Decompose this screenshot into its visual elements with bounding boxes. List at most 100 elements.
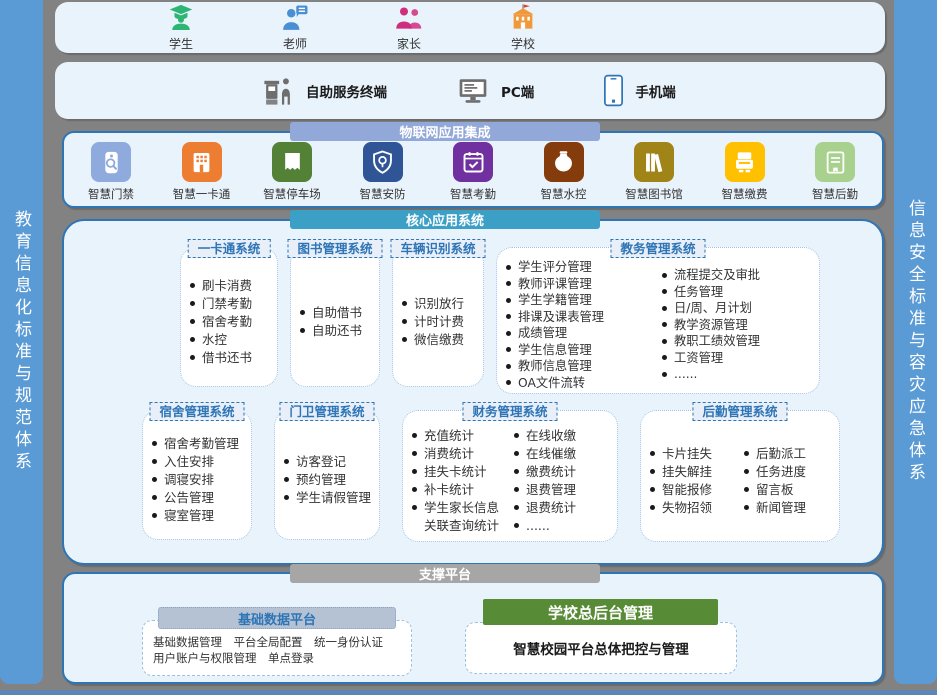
right-security-bar: 信息安全标准与容灾应急体系: [894, 0, 937, 684]
school-backend-badge: 学校总后台管理: [483, 599, 718, 625]
bottom-divider-strip: [0, 690, 937, 695]
payment-icon: [725, 142, 765, 182]
bullet-item: 公告管理: [151, 489, 247, 507]
iot-item-security: 智慧安防: [354, 142, 412, 202]
terminal-label: 自助服务终端: [306, 81, 387, 101]
bullet-item: 学生学籍管理: [505, 292, 659, 309]
iot-panel: 智慧门禁 智慧一卡通 智慧停车场 智慧安防智慧考勤智慧水控智慧图书馆智慧缴费 智慧后勤: [62, 131, 884, 208]
sub-box-body: 充值统计消费统计挂失卡统计补卡统计学生家长信息关联查询统计在线收缴在线催缴缴费统…: [403, 411, 617, 541]
bullet-item: 门禁考勤: [189, 295, 273, 313]
bullet-item: 工资管理: [661, 350, 815, 367]
bullet-item: 补卡统计: [411, 481, 511, 499]
iot-label: 智慧缴费: [722, 186, 768, 202]
pc-icon: [455, 75, 491, 107]
base-data-platform-badge: 基础数据平台: [158, 607, 396, 629]
bullet-item: 宿舍考勤管理: [151, 435, 247, 453]
iot-label: 智慧门禁: [88, 186, 134, 202]
sub-box-title: 车辆识别系统: [390, 239, 485, 258]
core-row-1: 一卡通系统刷卡消费门禁考勤宿舍考勤水控借书还书图书管理系统自助借书自助还书车辆识…: [180, 247, 820, 394]
bullet-item: 排课及课表管理: [505, 309, 659, 326]
user-item-student: 学生: [150, 3, 212, 52]
iot-item-attendance: 智慧考勤: [444, 142, 502, 202]
bullet-item: 学生评分管理: [505, 259, 659, 276]
library-system-box: 图书管理系统自助借书自助还书: [290, 247, 380, 387]
iot-label: 智慧后勤: [812, 186, 858, 202]
school-backend-desc: 智慧校园平台总体把控与管理: [513, 638, 689, 658]
users-row: 学生老师家长学校: [55, 2, 885, 53]
bullet-item: 入住安排: [151, 453, 247, 471]
sub-box-body: 识别放行计时计费微信缴费: [393, 248, 483, 386]
bullet-column: 宿舍考勤管理入住安排调寝安排公告管理寝室管理: [151, 435, 247, 525]
smart-campus-architecture-diagram: 教育信息化标准与规范体系 信息安全标准与容灾应急体系 学生老师家长学校 自助服务…: [0, 0, 937, 695]
right-security-label: 信息安全标准与容灾应急体系: [903, 199, 928, 485]
bullet-item: 任务进度: [743, 463, 835, 481]
iot-item-water: 智慧水控: [535, 142, 593, 202]
teacher-icon: [280, 3, 310, 33]
logistics-icon: [815, 142, 855, 182]
bullet-item: 借书还书: [189, 349, 273, 367]
bullet-column: 在线收缴在线催缴缴费统计退费管理退费统计......: [513, 427, 613, 535]
bullet-item: 识别放行: [401, 295, 479, 313]
bullet-item: 计时计费: [401, 313, 479, 331]
bullet-item: 挂失卡统计: [411, 463, 511, 481]
sub-box-title: 财务管理系统: [462, 402, 557, 421]
bullet-column: 学生评分管理教师评课管理学生学籍管理排课及课表管理成绩管理学生信息管理教师信息管…: [505, 259, 659, 391]
onecard-system-box: 一卡通系统刷卡消费门禁考勤宿舍考勤水控借书还书: [180, 247, 278, 387]
iot-item-onecard: 智慧一卡通: [173, 142, 231, 202]
bullet-column: 流程提交及审批任务管理日/周、月计划教学资源管理教职工绩效管理工资管理.....…: [661, 267, 815, 383]
door-access-icon: [91, 142, 131, 182]
school-backend-box: 智慧校园平台总体把控与管理: [465, 622, 737, 674]
core-row-2: 宿舍管理系统宿舍考勤管理入住安排调寝安排公告管理寝室管理门卫管理系统访客登记预约…: [142, 410, 840, 542]
bullet-column: 卡片挂失挂失解挂智能报修失物招领: [649, 445, 741, 517]
user-label: 学校: [511, 35, 535, 52]
bullet-column: 自助借书自助还书: [299, 304, 375, 340]
bullet-item: 学生请假管理: [283, 489, 375, 507]
bullet-item: 在线收缴: [513, 427, 613, 445]
bullet-item: 留言板: [743, 481, 835, 499]
user-item-parents: 家长: [378, 3, 440, 52]
support-panel: 基础数据平台 基础数据管理 平台全局配置 统一身份认证 用户账户与权限管理 单点…: [62, 572, 884, 684]
parents-icon: [394, 3, 424, 33]
iot-section-badge: 物联网应用集成: [290, 122, 600, 141]
bullet-item: 预约管理: [283, 471, 375, 489]
terminal-label: 手机端: [635, 81, 676, 101]
base-platform-line: 用户账户与权限管理 单点登录: [153, 650, 411, 666]
bullet-item: 失物招领: [649, 499, 741, 517]
phone-icon: [602, 74, 625, 107]
iot-item-door-access: 智慧门禁: [82, 142, 140, 202]
academic-system-box: 教务管理系统学生评分管理教师评课管理学生学籍管理排课及课表管理成绩管理学生信息管…: [496, 247, 820, 394]
bullet-item: 微信缴费: [401, 331, 479, 349]
bullet-item: 卡片挂失: [649, 445, 741, 463]
bullet-column: 访客登记预约管理学生请假管理: [283, 453, 375, 507]
bullet-item: 学生家长信息关联查询统计: [411, 499, 511, 535]
iot-item-library: 智慧图书馆: [625, 142, 683, 202]
school-icon: [508, 3, 538, 33]
bullet-item: 宿舍考勤: [189, 313, 273, 331]
bullet-column: 识别放行计时计费微信缴费: [401, 295, 479, 349]
terminal-item-pc: PC端: [455, 75, 534, 107]
user-label: 学生: [169, 35, 193, 52]
bullet-item: 刷卡消费: [189, 277, 273, 295]
library-icon: [634, 142, 674, 182]
iot-item-parking: 智慧停车场: [263, 142, 321, 202]
user-label: 家长: [397, 35, 421, 52]
bullet-item: 智能报修: [649, 481, 741, 499]
bullet-item: 寝室管理: [151, 507, 247, 525]
iot-label: 智慧停车场: [263, 186, 321, 202]
bullet-item: 在线催缴: [513, 445, 613, 463]
sub-box-title: 门卫管理系统: [279, 402, 374, 421]
left-standards-label: 教育信息化标准与规范体系: [9, 210, 34, 474]
vehicle-system-box: 车辆识别系统识别放行计时计费微信缴费: [392, 247, 484, 387]
parking-icon: [272, 142, 312, 182]
bullet-item: 新闻管理: [743, 499, 835, 517]
bullet-item: 自助借书: [299, 304, 375, 322]
bullet-item: 消费统计: [411, 445, 511, 463]
iot-label: 智慧一卡通: [173, 186, 231, 202]
bullet-item: ......: [513, 517, 613, 535]
kiosk-icon: [260, 74, 296, 108]
bullet-item: 任务管理: [661, 284, 815, 301]
attendance-icon: [453, 142, 493, 182]
bullet-item: 挂失解挂: [649, 463, 741, 481]
onecard-icon: [182, 142, 222, 182]
finance-system-box: 财务管理系统充值统计消费统计挂失卡统计补卡统计学生家长信息关联查询统计在线收缴在…: [402, 410, 618, 542]
